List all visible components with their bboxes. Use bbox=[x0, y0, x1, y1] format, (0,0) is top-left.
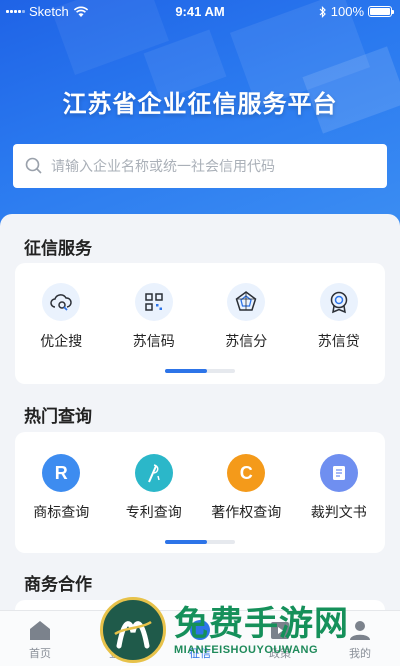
trademark-icon: R bbox=[42, 454, 81, 492]
status-bar: Sketch 9:41 AM 100% bbox=[0, 0, 400, 22]
service-item-suxindai[interactable]: 苏信贷 bbox=[293, 283, 386, 351]
copyright-icon: C bbox=[227, 454, 266, 492]
page-indicator bbox=[165, 369, 235, 373]
battery-icon bbox=[368, 6, 394, 17]
service-item-suxinfen[interactable]: 苏信分 bbox=[200, 283, 293, 351]
battery-percent: 100% bbox=[330, 4, 364, 19]
service-item-youqisou[interactable]: 优企搜 bbox=[15, 283, 108, 351]
watermark-title: 免费手游网 bbox=[174, 604, 349, 644]
section-title-credit-services: 征信服务 bbox=[24, 239, 92, 259]
page-indicator bbox=[165, 540, 235, 544]
document-icon bbox=[319, 454, 358, 492]
section-title-hot-queries: 热门查询 bbox=[24, 407, 92, 427]
search-input[interactable]: 请输入企业名称或统一社会信用代码 bbox=[13, 144, 387, 188]
watermark-logo bbox=[100, 597, 166, 663]
credit-services-card: 优企搜 苏信码 苏信分 苏信贷 bbox=[15, 263, 385, 384]
tab-home[interactable]: 首页 bbox=[0, 611, 80, 666]
service-item-suxinma[interactable]: 苏信码 bbox=[108, 283, 201, 351]
query-item-trademark[interactable]: R 商标查询 bbox=[15, 454, 108, 522]
bluetooth-icon bbox=[319, 5, 326, 18]
cloud-search-icon bbox=[50, 294, 73, 311]
search-placeholder: 请输入企业名称或统一社会信用代码 bbox=[51, 159, 275, 175]
section-title-business-cooperation: 商务合作 bbox=[24, 575, 92, 595]
patent-icon bbox=[134, 454, 173, 492]
query-item-patent[interactable]: 专利查询 bbox=[108, 454, 201, 522]
home-icon bbox=[30, 621, 50, 640]
radar-score-icon bbox=[235, 291, 257, 311]
page-title: 江苏省企业征信服务平台 bbox=[62, 90, 338, 118]
qr-code-icon bbox=[145, 293, 163, 311]
badge-loan-icon bbox=[330, 291, 347, 314]
search-icon bbox=[25, 157, 42, 174]
main-content: 征信服务 优企搜 苏信码 苏信分 苏信贷 热门查询 R 商标查询 专利查询 C … bbox=[0, 214, 400, 630]
query-item-copyright[interactable]: C 著作权查询 bbox=[200, 454, 293, 522]
watermark-subtitle: MIANFEISHOUYOUWANG bbox=[174, 644, 319, 656]
query-item-judgment[interactable]: 裁判文书 bbox=[293, 454, 386, 522]
hot-queries-card: R 商标查询 专利查询 C 著作权查询 裁判文书 bbox=[15, 432, 385, 553]
watermark-overlay: 免费手游网 MIANFEISHOUYOUWANG bbox=[100, 594, 400, 666]
